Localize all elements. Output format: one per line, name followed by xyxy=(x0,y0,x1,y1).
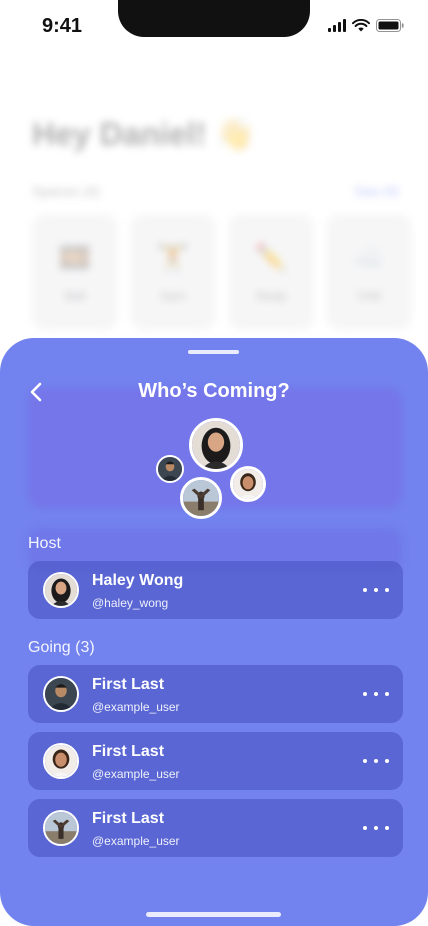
space-card-icon: 🏋️ xyxy=(156,241,190,272)
space-card-label: Ball xyxy=(64,288,85,303)
person-name: First Last xyxy=(92,743,165,760)
person-handle: @example_user xyxy=(92,834,180,848)
more-options-button[interactable] xyxy=(363,683,389,705)
avatar xyxy=(43,572,79,608)
space-card-icon: ✏️ xyxy=(254,241,288,272)
space-cards: 🎞️ Ball 🏋️ Gym ✏️ Study ☁️ Chill xyxy=(32,214,412,330)
avatar xyxy=(156,455,184,483)
avatar xyxy=(43,743,79,779)
person-handle: @example_user xyxy=(92,700,180,714)
status-bar: 9:41 xyxy=(0,0,428,50)
person-name: First Last xyxy=(92,676,165,693)
space-card: ✏️ Study xyxy=(228,214,314,330)
more-options-button[interactable] xyxy=(363,579,389,601)
cellular-signal-icon xyxy=(328,19,346,32)
going-section-label: Going (3) xyxy=(28,639,95,656)
space-card-icon: ☁️ xyxy=(352,241,386,272)
avatar xyxy=(43,810,79,846)
battery-icon xyxy=(376,19,404,32)
wifi-icon xyxy=(352,19,370,32)
attendee-row[interactable]: First Last @example_user xyxy=(28,665,403,723)
person-handle: @example_user xyxy=(92,767,180,781)
space-card-label: Study xyxy=(255,288,287,303)
greeting: Hey Daniel! 👋 xyxy=(32,116,256,152)
person-name: Haley Wong xyxy=(92,572,184,589)
attendee-row[interactable]: First Last @example_user xyxy=(28,799,403,857)
space-card: ☁️ Chill xyxy=(326,214,412,330)
status-time: 9:41 xyxy=(42,15,83,37)
spaces-section-title: Spaces (4) xyxy=(32,183,100,199)
avatar xyxy=(43,676,79,712)
attendee-row[interactable]: First Last @example_user xyxy=(28,732,403,790)
more-options-button[interactable] xyxy=(363,750,389,772)
host-section-label: Host xyxy=(28,535,61,552)
space-card-icon: 🎞️ xyxy=(58,241,92,272)
more-options-button[interactable] xyxy=(363,817,389,839)
status-icons xyxy=(328,19,404,32)
whos-coming-sheet: Who’s Coming? Host Haley Wong @haley_won… xyxy=(0,338,428,926)
space-card-label: Chill xyxy=(357,288,381,303)
space-card: 🎞️ Ball xyxy=(32,214,118,330)
attendee-avatar-cluster xyxy=(0,338,428,538)
device-notch xyxy=(118,0,310,37)
avatar xyxy=(230,466,266,502)
person-name: First Last xyxy=(92,810,165,827)
space-card: 🏋️ Gym xyxy=(130,214,216,330)
home-indicator xyxy=(146,912,281,917)
avatar xyxy=(180,477,222,519)
person-handle: @haley_wong xyxy=(92,596,169,610)
see-all-link: See All xyxy=(354,183,398,199)
host-row[interactable]: Haley Wong @haley_wong xyxy=(28,561,403,619)
avatar xyxy=(189,418,243,472)
space-card-label: Gym xyxy=(160,288,186,303)
